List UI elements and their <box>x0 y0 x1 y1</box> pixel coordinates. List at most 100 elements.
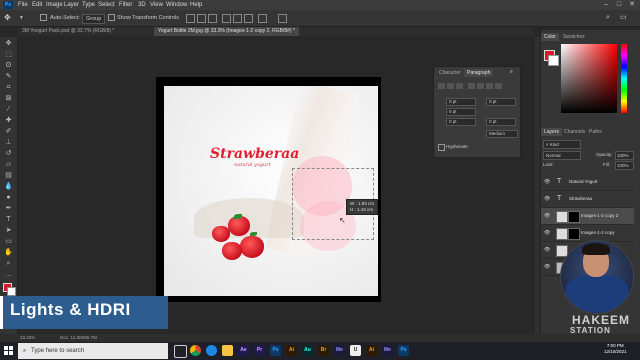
indent-first-line-field[interactable]: 0 pt <box>446 108 476 116</box>
hand-tool-icon[interactable]: ✋ <box>4 248 13 257</box>
layer-mask-thumbnail[interactable] <box>568 228 580 240</box>
move-tool-icon[interactable]: ✥ <box>4 39 13 48</box>
close-icon[interactable]: ✕ <box>626 0 638 10</box>
align-center-icon[interactable] <box>197 14 206 23</box>
distribute-icon[interactable] <box>258 14 267 23</box>
shape-tool-icon[interactable]: ▭ <box>4 237 13 246</box>
background-color-swatch[interactable] <box>548 55 559 66</box>
fill-field[interactable]: 100% <box>615 161 634 170</box>
taskbar-clock[interactable]: 7:00 PM 12/10/2021 <box>604 343 627 355</box>
eye-icon[interactable]: 👁 <box>544 191 550 207</box>
opacity-field[interactable]: 100% <box>615 151 634 160</box>
crop-tool-icon[interactable]: ⌗ <box>4 83 13 92</box>
tab-character[interactable]: Character <box>436 69 464 77</box>
menu-filter[interactable]: Filter <box>119 0 132 10</box>
justify-center-icon[interactable] <box>477 83 484 89</box>
media-encoder-icon-2[interactable]: Me <box>382 345 393 356</box>
photoshop-icon-2[interactable]: Ps <box>398 345 409 356</box>
zoom-level[interactable]: 33.33% <box>20 334 35 342</box>
layer-filter-dropdown[interactable]: ⌕ Kind <box>543 140 581 149</box>
align-left-text-icon[interactable] <box>438 83 445 89</box>
menu-type[interactable]: Type <box>82 0 95 10</box>
edge-icon[interactable] <box>206 345 217 356</box>
eye-icon[interactable]: 👁 <box>544 174 550 190</box>
eye-icon[interactable]: 👁 <box>544 208 550 224</box>
eyedropper-tool-icon[interactable]: ⁄ <box>4 105 13 114</box>
color-picker-field[interactable] <box>561 44 617 113</box>
minimize-icon[interactable]: – <box>600 0 612 10</box>
menu-layer[interactable]: Layer <box>64 0 79 10</box>
align-right-icon[interactable] <box>208 14 217 23</box>
indent-left-field[interactable]: 0 pt <box>446 98 476 106</box>
history-brush-icon[interactable]: ↺ <box>4 149 13 158</box>
weight-dropdown[interactable]: Medium <box>486 130 518 138</box>
brush-tool-icon[interactable]: ✐ <box>4 127 13 136</box>
move-tool-icon[interactable]: ✥ <box>4 10 11 26</box>
gradient-tool-icon[interactable]: ▤ <box>4 171 13 180</box>
pen-tool-icon[interactable]: ✒ <box>4 204 13 213</box>
eraser-tool-icon[interactable]: ▱ <box>4 160 13 169</box>
auto-select-dropdown[interactable]: Group <box>82 14 106 24</box>
healing-tool-icon[interactable]: ✚ <box>4 116 13 125</box>
menu-help[interactable]: Help <box>190 0 202 10</box>
document-canvas[interactable]: Strawberaa natural yogurt <box>164 86 378 296</box>
align-bottom-icon[interactable] <box>244 14 253 23</box>
tab-swatches[interactable]: Swatches <box>560 33 588 41</box>
taskbar-search-input[interactable]: ⌕ Type here to search <box>18 343 168 359</box>
layer-row-natural-yogurt[interactable]: 👁 T Natural Yogurt <box>541 174 634 191</box>
align-middle-icon[interactable] <box>233 14 242 23</box>
zoom-tool-icon[interactable]: ⌕ <box>4 259 13 268</box>
bridge-icon[interactable]: Br <box>318 345 329 356</box>
space-after-field[interactable]: 0 pt <box>486 118 516 126</box>
type-tool-icon[interactable]: T <box>4 215 13 224</box>
align-center-text-icon[interactable] <box>447 83 454 89</box>
layer-mask-thumbnail[interactable] <box>568 211 580 223</box>
hue-slider[interactable] <box>621 44 627 113</box>
workspace-icon[interactable]: ▭ <box>620 10 627 26</box>
eye-icon[interactable]: 👁 <box>544 242 550 258</box>
marquee-tool-icon[interactable]: ⬚ <box>4 50 13 59</box>
space-before-field[interactable]: 0 pt <box>446 118 476 126</box>
eye-icon[interactable]: 👁 <box>544 225 550 241</box>
layer-row-images-copy[interactable]: 👁 Images-1-2 copy <box>541 225 634 242</box>
path-select-tool-icon[interactable]: ➤ <box>4 226 13 235</box>
eye-icon[interactable]: 👁 <box>544 259 550 275</box>
indent-right-field[interactable]: 0 pt <box>486 98 516 106</box>
frame-tool-icon[interactable]: ⊠ <box>4 94 13 103</box>
tab-paths[interactable]: Paths <box>586 128 605 136</box>
layer-row-images-copy-2[interactable]: 👁 Images-1-2 copy 2 <box>541 208 634 225</box>
menu-window[interactable]: Window <box>166 0 187 10</box>
tab-channels[interactable]: Channels <box>561 128 588 136</box>
more-tools-icon[interactable]: … <box>4 270 13 279</box>
illustrator-icon-2[interactable]: Ai <box>366 345 377 356</box>
justify-all-icon[interactable] <box>495 83 502 89</box>
chrome-icon[interactable] <box>190 345 201 356</box>
unreal-icon[interactable]: U <box>350 345 361 356</box>
menu-select[interactable]: Select <box>98 0 115 10</box>
blend-mode-dropdown[interactable]: Normal <box>543 151 581 160</box>
quick-select-tool-icon[interactable]: ✎ <box>4 72 13 81</box>
stamp-tool-icon[interactable]: ⊥ <box>4 138 13 147</box>
menu-3d[interactable]: 3D <box>138 0 146 10</box>
tab-paragraph[interactable]: Paragraph <box>464 69 494 77</box>
align-left-icon[interactable] <box>186 14 195 23</box>
hyphenate-checkbox[interactable] <box>438 144 445 151</box>
blur-tool-icon[interactable]: 💧 <box>4 182 13 191</box>
tab-layers[interactable]: Layers <box>541 128 563 136</box>
media-encoder-icon[interactable]: Me <box>334 345 345 356</box>
tab-yogurt-bottle[interactable]: Yogurt Bottle 2M.jpg @ 33.3% (Images-1-2… <box>154 27 299 36</box>
justify-right-icon[interactable] <box>486 83 493 89</box>
menu-view[interactable]: View <box>150 0 163 10</box>
panel-menu-icon[interactable]: ≡ <box>510 69 513 75</box>
menu-file[interactable]: File <box>18 0 28 10</box>
search-icon[interactable]: ⌕ <box>606 10 610 26</box>
align-right-text-icon[interactable] <box>456 83 463 89</box>
justify-left-icon[interactable] <box>468 83 475 89</box>
tab-yoogurt-pack[interactable]: 3M Yoogurt Pack.psd @ 33.7% (RGB/8) * <box>18 27 118 36</box>
tab-color[interactable]: Color <box>541 33 559 41</box>
illustrator-icon[interactable]: Ai <box>286 345 297 356</box>
audition-icon[interactable]: Au <box>302 345 313 356</box>
align-top-icon[interactable] <box>222 14 231 23</box>
premiere-icon[interactable]: Pr <box>254 345 265 356</box>
lasso-tool-icon[interactable]: ʘ <box>4 61 13 70</box>
